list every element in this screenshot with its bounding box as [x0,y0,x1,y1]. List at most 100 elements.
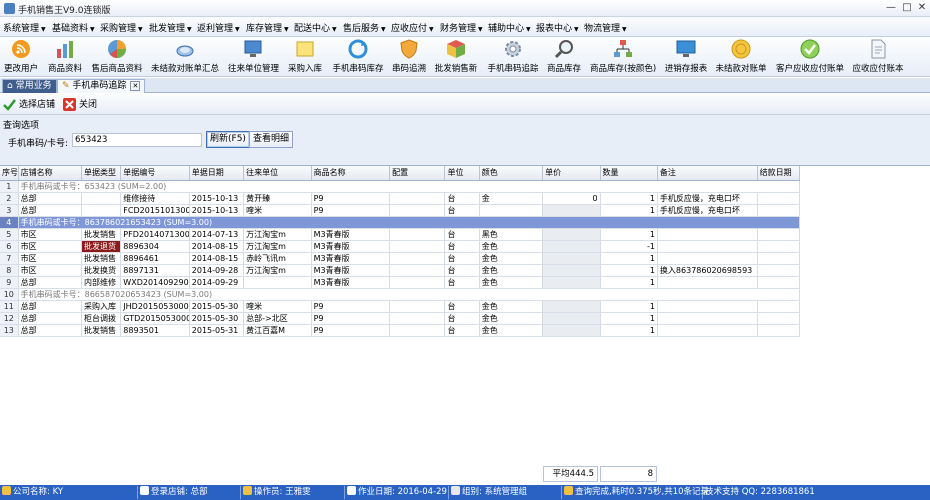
table-row[interactable]: 7 市区 批发销售 8896461 2014-08-15 赤岭飞讯m M3青春版 台金色 1 [0,252,801,265]
tool-aftersales-products[interactable]: 售后商品资料 [91,39,143,74]
menu-purchase[interactable]: 采购管理 ▼ [100,21,143,34]
group-row[interactable]: 10 手机串码或卡号：866587020653423 (SUM=3.00) [0,288,801,301]
tool-wholesale-new[interactable]: 批发销售新 [434,39,478,74]
col-header[interactable]: 颜色 [479,166,544,181]
menu-logistics[interactable]: 物流管理 ▼ [584,21,627,34]
col-header[interactable]: 配置 [389,166,446,181]
tool-product-data[interactable]: 商品资料 [47,39,83,74]
product-cell: M3青春版 [311,228,391,241]
col-header[interactable]: 单位 [444,166,480,181]
menu-inventory[interactable]: 库存管理 ▼ [246,21,289,34]
group-row[interactable]: 1 手机串码或卡号：653423 (SUM=2.00) [0,180,801,193]
row-number: 2 [0,192,19,205]
color-cell [479,204,544,217]
tool-ledger[interactable]: 应收应付账本 [852,39,904,74]
price-cell [542,204,601,217]
tab-close-icon[interactable]: ✕ [130,81,141,91]
col-header[interactable]: 单据日期 [189,166,245,181]
col-header[interactable]: 备注 [657,166,758,181]
select-store-button[interactable]: 选择店铺 [3,97,55,111]
table-row[interactable]: 6 市区 批发退货 8896304 2014-08-15 万江淘宝m M3青春版 台金色 -1 [0,240,801,253]
menu-auxiliary[interactable]: 辅助中心 ▼ [488,21,531,34]
doc-no-cell: 8897131 [120,264,190,277]
status-company: 公司名称: KY [0,486,138,499]
view-details-button[interactable]: 查看明细 [249,131,294,148]
cloud-icon [176,45,193,57]
menu-after-sales[interactable]: 售后服务 ▼ [343,21,386,34]
note-cell [657,276,758,289]
table-row[interactable]: 8 市区 批发换货 8897131 2014-09-28 万江淘宝m M3青春版 台金色 1 换入… [0,264,801,277]
tool-stock-by-color[interactable]: 商品库存(按颜色) [590,39,656,74]
tool-product-stock[interactable]: 商品库存 [546,39,582,74]
table-row[interactable]: 5市区批发销售PFD2014071300012014-07-13万江淘宝mM3青… [0,228,801,241]
product-cell: M3青春版 [311,240,391,253]
tab-imei-tracking[interactable]: ✎ 手机串码追踪 ✕ [57,79,146,93]
col-header[interactable]: 商品名称 [311,166,391,181]
col-header[interactable]: 数量 [600,166,658,181]
tool-customer-statement[interactable]: 客户应收应付账单 [776,39,844,74]
unit-cell: 台 [444,204,480,217]
tool-unsettled-summary[interactable]: 未结款对账单汇总 [151,39,219,74]
menu-distribution[interactable]: 配送中心 ▼ [294,21,337,34]
menu-finance[interactable]: 财务管理 ▼ [440,21,483,34]
partner-cell [243,276,312,289]
refresh-button[interactable]: 刷新(F5) [206,131,250,148]
tool-imei-trace[interactable]: 串码追溯 [391,39,427,74]
color-cell: 金色 [479,300,544,313]
settle-date-cell [757,312,801,325]
results-grid: 序号 店铺名称 单据类型 单据编号 单据日期 往来单位 商品名称 配置 单位 颜… [0,165,930,484]
close-button[interactable]: 关闭 [63,97,97,111]
menu-system[interactable]: 系统管理 ▼ [3,21,46,34]
maximize-button[interactable]: □ [900,1,914,15]
unit-cell: 台 [444,192,480,205]
price-cell [542,240,601,253]
table-row[interactable]: 2 总部 维修接待 2015-10-13 黄开臻 P9 台金 0 1 手机反应慢，充电口坏 [0,192,801,205]
partner-cell: 喹米 [243,300,312,313]
tool-unsettled-statement[interactable]: 未结款对账单 [715,39,767,74]
table-row[interactable]: 13 总部 批发销售 8893501 2015-05-31 黄江百嘉M P9 台金色 1 [0,324,801,337]
caret-down-icon: ▼ [429,26,434,33]
caret-down-icon: ▼ [187,26,192,33]
menu-basic-data[interactable]: 基础资料 ▼ [52,21,95,34]
qty-cell: 1 [600,192,658,205]
menu-bar: 系统管理 ▼ 基础资料 ▼ 采购管理 ▼ 批发管理 ▼ 返利管理 ▼ 库存管理 ▼ 配送中心… [0,17,930,37]
product-cell: M3青春版 [311,264,391,277]
settle-date-cell [757,324,801,337]
color-cell: 金色 [479,252,544,265]
imei-search-input[interactable] [72,133,202,147]
summary-average: 平均444.5 [543,466,598,482]
price-cell [542,252,601,265]
col-header[interactable]: 单价 [542,166,601,181]
tab-common-business[interactable]: ⌂ 常用业务 [2,79,57,93]
minimize-button[interactable]: — [884,1,898,15]
price-cell [542,276,601,289]
network-icon [614,40,632,57]
menu-rebate[interactable]: 返利管理 ▼ [197,21,240,34]
tool-partner-management[interactable]: 往来单位管理 [228,39,279,74]
col-header[interactable]: 结款日期 [757,166,801,181]
table-row[interactable]: 9总部内部维修WXD2014092900012014-09-29 M3青春版 台金色… [0,276,801,289]
tool-purchase-inbound[interactable]: 采购入库 [287,39,323,74]
unit-cell: 台 [444,300,480,313]
table-row[interactable]: 3总部 FCD201510130000(2015-10-13喹米P9 台 1手机反应慢… [0,204,801,217]
config-cell [389,264,446,277]
tool-change-user[interactable]: 更改用户 [4,39,38,74]
tool-imei-stock[interactable]: 手机串码库存 [332,39,384,74]
col-header[interactable]: 往来单位 [243,166,312,181]
tool-imei-tracking[interactable]: 手机串码追踪 [487,39,539,74]
tool-inventory-report[interactable]: 进销存报表 [664,39,708,74]
close-window-button[interactable]: ✕ [915,1,929,15]
col-header[interactable]: 单据编号 [120,166,190,181]
row-number: 4 [0,216,19,229]
table-row[interactable]: 11总部采购入库JHD2015053000012015-05-30喹米P9 台金色… [0,300,801,313]
menu-receivables[interactable]: 应收应付 ▼ [391,21,434,34]
col-header[interactable]: 序号 [0,166,19,181]
col-header[interactable]: 店铺名称 [18,166,83,181]
store-cell: 市区 [18,264,83,277]
col-header[interactable]: 单据类型 [81,166,122,181]
menu-wholesale[interactable]: 批发管理 ▼ [149,21,192,34]
group-row[interactable]: 4 手机串码或卡号：863786021653423 (SUM=3.00) [0,216,801,229]
menu-reports[interactable]: 报表中心 ▼ [536,21,579,34]
table-row[interactable]: 12总部柜台调拨GTD2015053000012015-05-30总部->北区P… [0,312,801,325]
doc-no-cell: JHD201505300001 [120,300,190,313]
